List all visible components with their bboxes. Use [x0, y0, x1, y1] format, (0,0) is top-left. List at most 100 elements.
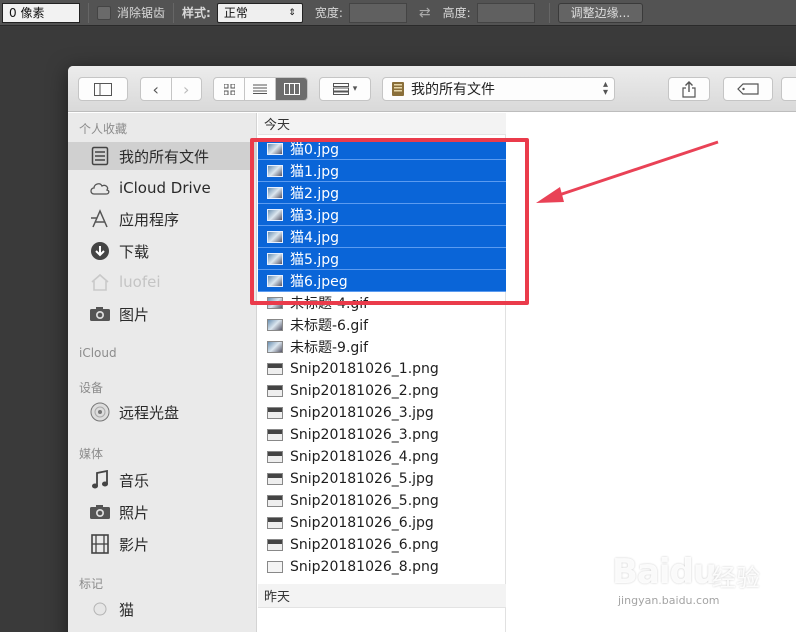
- sidebar-item-music[interactable]: 音乐: [68, 466, 257, 494]
- antialias-label: 消除锯齿: [117, 6, 166, 20]
- width-field[interactable]: [348, 2, 407, 23]
- column-view-button[interactable]: [276, 78, 307, 100]
- arrange-button[interactable]: ▾: [319, 77, 371, 101]
- file-name: Snip20181026_5.jpg: [290, 471, 434, 487]
- file-name: 未标题-9.gif: [290, 340, 369, 356]
- file-row[interactable]: Snip20181026_2.png: [258, 380, 506, 402]
- sidebar-item-remote-disc[interactable]: 远程光盘: [68, 398, 257, 426]
- sidebar-item-label: 应用程序: [119, 210, 180, 229]
- watermark-cn: 经验: [712, 564, 760, 592]
- finder-toolbar: ‹ › ▾ 我的所有文件 ▴ ▾: [68, 66, 796, 112]
- sidebar-item-applications[interactable]: 应用程序: [68, 205, 257, 233]
- file-name: Snip20181026_8.png: [290, 559, 439, 575]
- image-thumbnail-icon: [267, 539, 283, 551]
- file-name: Snip20181026_3.jpg: [290, 405, 434, 421]
- height-label: 高度:: [442, 6, 471, 20]
- image-thumbnail-icon: [267, 517, 283, 529]
- sidebar-item-pictures[interactable]: 图片: [68, 300, 257, 328]
- path-popup[interactable]: 我的所有文件 ▴ ▾: [382, 77, 615, 101]
- swap-icon[interactable]: ⇄: [419, 5, 431, 21]
- antialias-checkbox[interactable]: [97, 5, 111, 20]
- width-label: 宽度:: [314, 6, 343, 20]
- image-thumbnail-icon: [267, 407, 283, 419]
- refine-edge-button[interactable]: 调整边缘...: [557, 2, 644, 23]
- chevron-left-icon: ‹: [152, 79, 159, 99]
- file-name: Snip20181026_3.png: [290, 427, 439, 443]
- tag-dot-icon: [89, 599, 111, 619]
- file-row[interactable]: 未标题-6.gif: [258, 314, 506, 336]
- sidebar-icon: [94, 82, 112, 96]
- tags-button[interactable]: [723, 77, 773, 101]
- sidebar-item-label: 远程光盘: [119, 403, 180, 422]
- chevron-down-icon: ▾: [352, 84, 358, 94]
- columns-icon: [283, 83, 300, 95]
- sidebar-item-label: 猫: [119, 600, 135, 619]
- group-header-today: 今天: [258, 113, 506, 135]
- file-row[interactable]: 未标题-9.gif: [258, 336, 506, 358]
- image-thumbnail-icon: [267, 495, 283, 507]
- divider: [548, 2, 550, 23]
- sidebar-section-tags: 标记: [79, 577, 104, 591]
- file-row[interactable]: Snip20181026_5.jpg: [258, 468, 506, 490]
- sidebar-item-label: iCloud Drive: [119, 179, 211, 197]
- sidebar-toggle-button[interactable]: [78, 77, 128, 101]
- image-thumbnail-icon: [267, 341, 283, 353]
- all-files-icon: [89, 146, 111, 166]
- home-icon: [89, 272, 111, 292]
- grid-icon: [223, 83, 235, 95]
- cloud-icon: [89, 178, 111, 198]
- height-field[interactable]: [476, 2, 535, 23]
- sidebar-item-downloads[interactable]: 下载: [68, 237, 257, 265]
- sidebar-section-favorites: 个人收藏: [79, 122, 128, 136]
- file-row[interactable]: Snip20181026_4.png: [258, 446, 506, 468]
- toolbar-button-partial[interactable]: [781, 77, 796, 101]
- style-label: 样式:: [182, 6, 211, 20]
- sidebar-item-label: 图片: [119, 305, 150, 324]
- download-icon: [89, 241, 111, 261]
- feather-field[interactable]: 0 像素: [2, 2, 80, 23]
- camera-icon: [89, 502, 111, 522]
- file-name: Snip20181026_6.png: [290, 537, 439, 553]
- highlight-box: [250, 138, 529, 305]
- updown-icon: ▴ ▾: [602, 79, 608, 98]
- file-row[interactable]: Snip20181026_3.png: [258, 424, 506, 446]
- sidebar-section-devices: 设备: [79, 381, 104, 395]
- file-row[interactable]: Snip20181026_5.png: [258, 490, 506, 512]
- forward-button[interactable]: ›: [172, 78, 202, 100]
- icon-view-button[interactable]: [214, 78, 245, 100]
- image-thumbnail-icon: [267, 319, 283, 331]
- sidebar: 个人收藏 我的所有文件 iCloud Drive 应用程序 下载 luofei …: [68, 113, 257, 632]
- sidebar-item-home[interactable]: luofei: [68, 268, 257, 296]
- sidebar-item-movies[interactable]: 影片: [68, 530, 257, 558]
- watermark-url: jingyan.baidu.com: [618, 594, 720, 607]
- list-view-button[interactable]: [245, 78, 276, 100]
- share-button[interactable]: [668, 77, 710, 101]
- divider: [88, 2, 89, 23]
- sidebar-item-all-files[interactable]: 我的所有文件: [68, 142, 257, 170]
- file-row[interactable]: Snip20181026_8.png: [258, 556, 506, 578]
- camera-icon: [89, 304, 111, 324]
- sidebar-item-icloud-drive[interactable]: iCloud Drive: [68, 174, 257, 202]
- sidebar-item-label: 照片: [119, 503, 150, 522]
- sidebar-item-label: 我的所有文件: [119, 147, 210, 166]
- sidebar-section-icloud: iCloud: [79, 346, 117, 360]
- sidebar-item-tag-cat[interactable]: 猫: [68, 595, 257, 623]
- style-select[interactable]: 正常 ⇕: [216, 2, 303, 23]
- arrange-icon: [332, 83, 349, 95]
- options-bar: 0 像素 消除锯齿 样式: 正常 ⇕ 宽度: ⇄ 高度: 调整边缘...: [0, 0, 796, 26]
- back-button[interactable]: ‹: [141, 78, 172, 100]
- list-icon: [253, 84, 267, 94]
- file-row[interactable]: Snip20181026_6.jpg: [258, 512, 506, 534]
- disc-icon: [89, 402, 111, 422]
- file-row[interactable]: Snip20181026_1.png: [258, 358, 506, 380]
- file-row[interactable]: Snip20181026_6.png: [258, 534, 506, 556]
- file-name: Snip20181026_2.png: [290, 383, 439, 399]
- sidebar-section-media: 媒体: [79, 447, 104, 461]
- sidebar-item-label: 音乐: [119, 471, 150, 490]
- view-mode-segment: [213, 77, 308, 101]
- sidebar-item-photos[interactable]: 照片: [68, 498, 257, 526]
- share-icon: [682, 80, 696, 98]
- watermark-brand: Baidu: [612, 552, 717, 592]
- path-title: 我的所有文件: [411, 82, 495, 98]
- file-row[interactable]: Snip20181026_3.jpg: [258, 402, 506, 424]
